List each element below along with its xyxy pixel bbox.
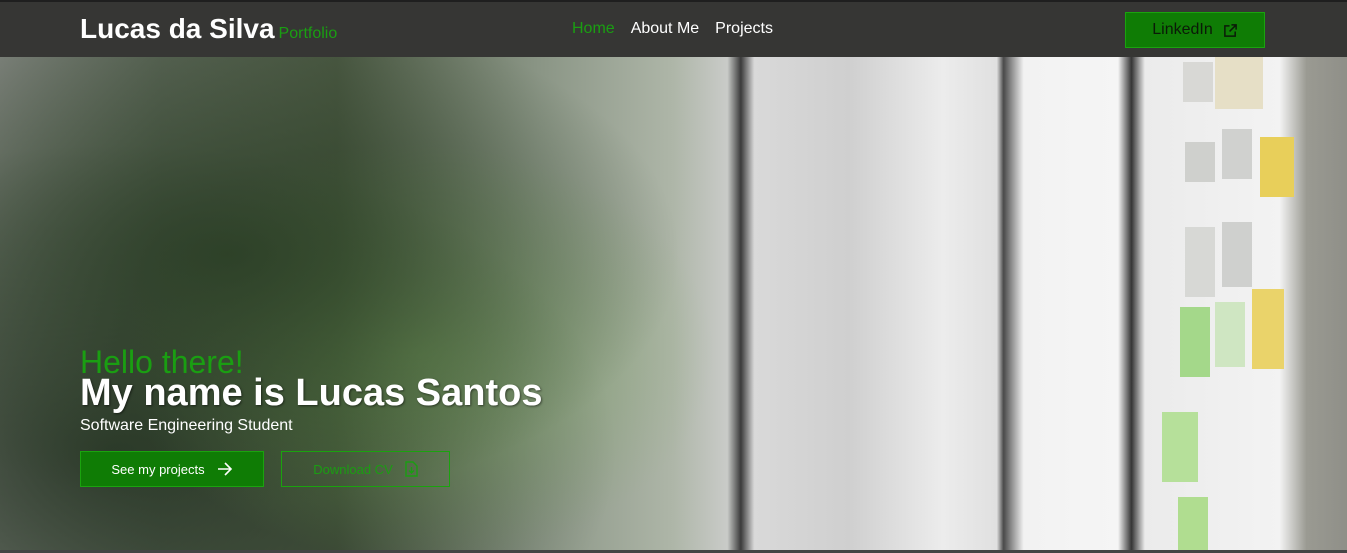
nav-link-home[interactable]: Home: [572, 20, 615, 38]
nav-link-projects[interactable]: Projects: [715, 20, 773, 38]
hero-subtitle: Software Engineering Student: [80, 417, 293, 434]
external-link-icon: [1223, 23, 1237, 37]
brand[interactable]: Lucas da Silva Portfolio: [80, 13, 337, 45]
linkedin-button[interactable]: LinkedIn: [1125, 12, 1265, 48]
arrow-right-icon: [217, 462, 232, 476]
download-cv-label: Download CV: [313, 461, 393, 477]
brand-subtitle: Portfolio: [278, 25, 338, 42]
sticky-note: [1178, 497, 1208, 550]
sticky-note: [1185, 227, 1215, 297]
sticky-note: [1183, 62, 1213, 102]
sticky-note: [1222, 129, 1252, 179]
see-projects-label: See my projects: [111, 461, 205, 477]
sticky-note: [1215, 57, 1263, 109]
see-projects-button[interactable]: See my projects: [80, 451, 264, 487]
linkedin-label: LinkedIn: [1152, 21, 1213, 38]
download-cv-button[interactable]: Download CV: [281, 451, 450, 487]
nav-link-about-me[interactable]: About Me: [631, 20, 699, 38]
file-download-icon: [405, 461, 418, 477]
sticky-note: [1185, 142, 1215, 182]
sticky-note: [1222, 222, 1252, 287]
sticky-note: [1162, 412, 1198, 482]
sticky-note: [1252, 289, 1284, 369]
sticky-note: [1180, 307, 1210, 377]
brand-name: Lucas da Silva: [80, 13, 275, 44]
sticky-note: [1215, 302, 1245, 367]
hero-headline: My name is Lucas Santos: [80, 372, 543, 414]
navbar: Lucas da Silva Portfolio Home About Me Pr…: [0, 0, 1347, 57]
nav-links: Home About Me Projects: [572, 20, 773, 38]
sticky-note: [1260, 137, 1294, 197]
